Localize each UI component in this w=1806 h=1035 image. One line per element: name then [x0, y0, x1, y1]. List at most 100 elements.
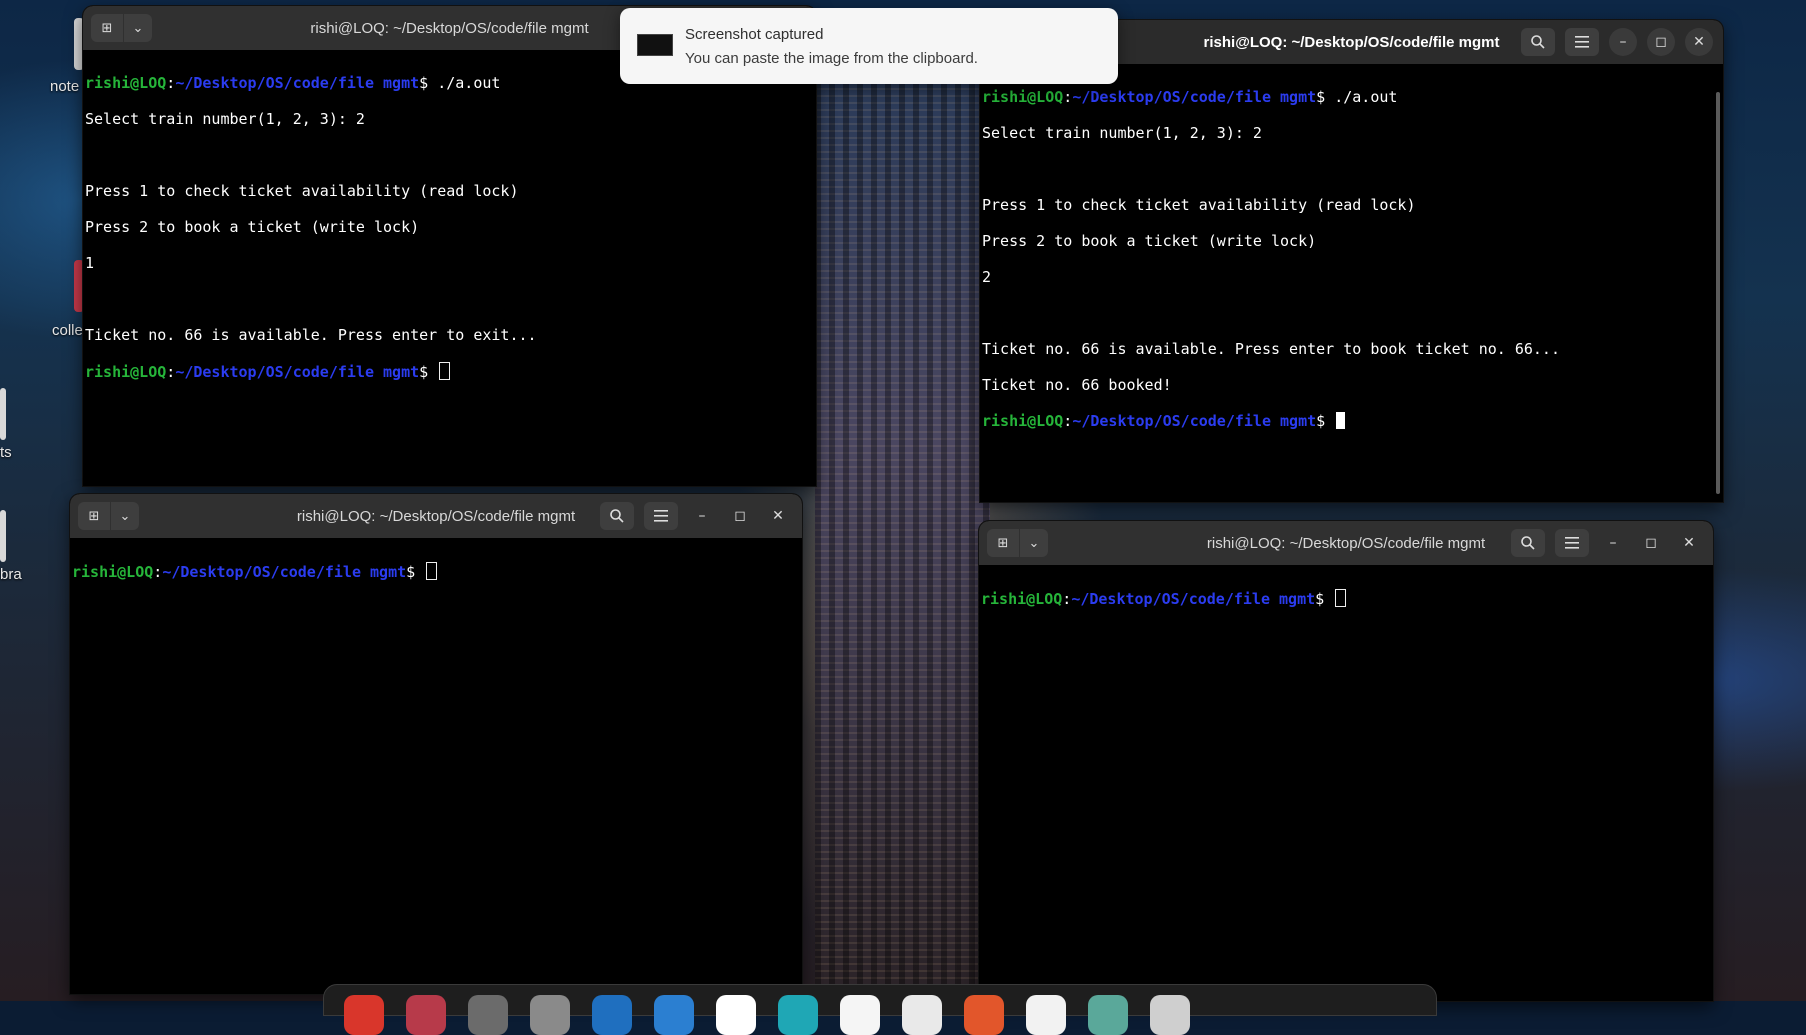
scrollbar[interactable]: [1716, 92, 1720, 494]
hamburger-menu-icon: [1565, 537, 1579, 549]
minimize-icon: –: [1619, 34, 1627, 50]
terminal-line: Press 1 to check ticket availability (re…: [85, 182, 519, 200]
screenshot-thumbnail-icon: [637, 34, 673, 56]
prompt-user: rishi@LOQ: [982, 88, 1064, 106]
terminal-output[interactable]: rishi@LOQ:~/Desktop/OS/code/file mgmt$ .…: [83, 50, 816, 486]
maximize-button[interactable]: ◻: [1637, 529, 1665, 557]
search-icon: [1521, 536, 1535, 550]
dock-app-icon[interactable]: [1088, 995, 1128, 1035]
prompt-path: ~/Desktop/OS/code/file mgmt: [1072, 412, 1317, 430]
menu-button[interactable]: [644, 502, 678, 530]
dock-app-icon[interactable]: [1026, 995, 1066, 1035]
notification-body: You can paste the image from the clipboa…: [685, 50, 978, 67]
prompt-dollar: $: [1315, 590, 1334, 608]
text-cursor: [439, 362, 451, 380]
terminal-line: 1: [85, 254, 95, 272]
dock-app-icon[interactable]: [654, 995, 694, 1035]
terminal-line: rishi@LOQ:~/Desktop/OS/code/file mgmt$ .…: [982, 88, 1721, 106]
prompt-path: ~/Desktop/OS/code/file mgmt: [175, 74, 420, 92]
prompt-colon: :: [1063, 88, 1073, 106]
desktop-icon-label: note: [50, 78, 80, 95]
text-cursor: [1336, 412, 1346, 429]
screenshot-notification[interactable]: Screenshot captured You can paste the im…: [620, 8, 1118, 84]
minimize-button[interactable]: –: [1599, 529, 1627, 557]
close-button[interactable]: ✕: [764, 502, 792, 530]
dock-app-icon[interactable]: [1150, 995, 1190, 1035]
terminal-line: Press 1 to check ticket availability (re…: [982, 196, 1416, 214]
terminal-line: Ticket no. 66 booked!: [982, 376, 1172, 394]
terminal-titlebar[interactable]: ⊞ ⌄ rishi@LOQ: ~/Desktop/OS/code/file mg…: [70, 494, 802, 538]
close-button[interactable]: ✕: [1675, 529, 1703, 557]
new-tab-button[interactable]: ⊞: [91, 14, 123, 42]
dock-app-icon[interactable]: [406, 995, 446, 1035]
dock-app-icon[interactable]: [902, 995, 942, 1035]
dock-app-icon[interactable]: [964, 995, 1004, 1035]
minimize-button[interactable]: –: [688, 502, 716, 530]
prompt-path: ~/Desktop/OS/code/file mgmt: [1071, 590, 1316, 608]
terminal-window-bottom-left[interactable]: ⊞ ⌄ rishi@LOQ: ~/Desktop/OS/code/file mg…: [70, 494, 802, 994]
minimize-icon: –: [698, 508, 706, 524]
terminal-window-bottom-right[interactable]: ⊞ ⌄ rishi@LOQ: ~/Desktop/OS/code/file mg…: [979, 521, 1713, 1001]
close-icon: ✕: [1683, 535, 1695, 551]
new-tab-icon: ⊞: [101, 20, 113, 36]
dock-app-icon[interactable]: [840, 995, 880, 1035]
maximize-icon: ◻: [1645, 535, 1657, 551]
dock-app-icon[interactable]: [778, 995, 818, 1035]
prompt-dollar: $: [419, 74, 438, 92]
prompt-path: ~/Desktop/OS/code/file mgmt: [175, 363, 420, 381]
terminal-line: rishi@LOQ:~/Desktop/OS/code/file mgmt$: [85, 362, 814, 381]
tab-menu-button[interactable]: ⌄: [1020, 529, 1048, 557]
new-tab-button[interactable]: ⊞: [78, 502, 110, 530]
terminal-output[interactable]: rishi@LOQ:~/Desktop/OS/code/file mgmt$: [70, 538, 802, 994]
dock-app-icon[interactable]: [592, 995, 632, 1035]
chevron-down-icon: ⌄: [1028, 535, 1040, 551]
minimize-button[interactable]: –: [1609, 28, 1637, 56]
terminal-titlebar[interactable]: ⊞ ⌄ rishi@LOQ: ~/Desktop/OS/code/file mg…: [979, 521, 1713, 565]
maximize-button[interactable]: ◻: [726, 502, 754, 530]
search-button[interactable]: [1521, 28, 1555, 56]
menu-button[interactable]: [1565, 28, 1599, 56]
new-tab-icon: ⊞: [997, 535, 1009, 551]
new-tab-button[interactable]: ⊞: [987, 529, 1019, 557]
terminal-output[interactable]: rishi@LOQ:~/Desktop/OS/code/file mgmt$ .…: [980, 64, 1723, 502]
terminal-line: rishi@LOQ:~/Desktop/OS/code/file mgmt$: [72, 562, 800, 581]
wallpaper-city-buildings: [815, 80, 990, 1000]
desktop-icon-ts[interactable]: [0, 388, 6, 440]
hamburger-menu-icon: [654, 510, 668, 522]
dock-app-icon[interactable]: [530, 995, 570, 1035]
prompt-user: rishi@LOQ: [981, 590, 1063, 608]
terminal-line: rishi@LOQ:~/Desktop/OS/code/file mgmt$: [982, 412, 1721, 430]
maximize-button[interactable]: ◻: [1647, 28, 1675, 56]
search-icon: [1531, 35, 1545, 49]
dock-app-icon[interactable]: [344, 995, 384, 1035]
maximize-icon: ◻: [1655, 34, 1667, 50]
dock-app-icon[interactable]: [716, 995, 756, 1035]
close-icon: ✕: [1693, 34, 1705, 50]
dock-app-icon[interactable]: [468, 995, 508, 1035]
notification-title: Screenshot captured: [685, 26, 824, 43]
search-button[interactable]: [600, 502, 634, 530]
desktop-icon-label: bra: [0, 566, 22, 583]
tab-menu-button[interactable]: ⌄: [111, 502, 139, 530]
tab-menu-button[interactable]: ⌄: [124, 14, 152, 42]
close-icon: ✕: [772, 508, 784, 524]
prompt-dollar: $: [419, 363, 438, 381]
search-button[interactable]: [1511, 529, 1545, 557]
terminal-line: 2: [982, 268, 992, 286]
prompt-path: ~/Desktop/OS/code/file mgmt: [1072, 88, 1317, 106]
hamburger-menu-icon: [1575, 36, 1589, 48]
prompt-dollar: $: [1316, 88, 1335, 106]
prompt-user: rishi@LOQ: [72, 563, 154, 581]
menu-button[interactable]: [1555, 529, 1589, 557]
terminal-line: Select train number(1, 2, 3): 2: [85, 110, 365, 128]
prompt-colon: :: [153, 563, 163, 581]
desktop-icon-label: ts: [0, 444, 12, 461]
terminal-window-top-right[interactable]: rishi@LOQ: ~/Desktop/OS/code/file mgmt –…: [980, 20, 1723, 502]
terminal-line: Ticket no. 66 is available. Press enter …: [85, 326, 537, 344]
terminal-output[interactable]: rishi@LOQ:~/Desktop/OS/code/file mgmt$: [979, 565, 1713, 1001]
close-button[interactable]: ✕: [1685, 28, 1713, 56]
desktop-icon-bra[interactable]: [0, 510, 6, 562]
